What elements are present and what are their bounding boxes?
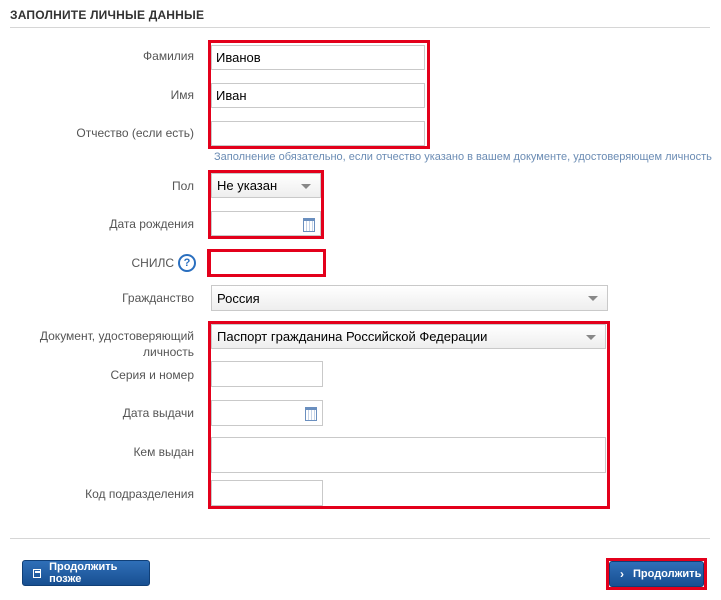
birth-date-input[interactable] [211,211,321,236]
series-number-input[interactable] [211,361,323,387]
citizenship-value: Россия [217,290,260,306]
patronymic-label: Отчество (если есть) [76,126,194,140]
calendar-icon[interactable] [305,407,317,421]
document-label-line1: Документ, удостоверяющий [39,329,194,343]
document-select[interactable]: Паспорт гражданина Российской Федерации [211,324,606,349]
citizenship-select[interactable]: Россия [211,285,608,311]
patronymic-input[interactable] [211,121,425,146]
name-input[interactable]: Иван [211,83,425,108]
footer-divider [10,538,710,539]
issue-date-input[interactable] [211,400,323,426]
chevron-down-icon [586,334,596,340]
surname-input[interactable]: Иванов [211,45,425,70]
surname-label: Фамилия [143,49,194,63]
issue-date-label: Дата выдачи [122,406,194,420]
division-code-input[interactable] [211,480,323,506]
surname-value: Иванов [216,50,261,65]
snils-label: СНИЛС [131,256,175,270]
chevron-down-icon [301,183,311,189]
continue-later-label: Продолжить позже [49,561,118,585]
form-title: ЗАПОЛНИТЕ ЛИЧНЫЕ ДАННЫЕ [10,8,205,22]
division-code-label: Код подразделения [85,487,194,501]
citizenship-label: Гражданство [122,291,194,305]
gender-value: Не указан [217,178,278,193]
save-icon [33,568,42,578]
snils-input[interactable] [210,251,324,275]
name-label: Имя [170,88,194,102]
continue-later-button[interactable]: Продолжить позже [22,560,150,586]
help-icon[interactable]: ? [178,254,196,272]
document-label-line2: личность [142,345,194,359]
issued-by-label: Кем выдан [133,445,194,459]
birth-date-label: Дата рождения [109,217,194,231]
patronymic-hint: Заполнение обязательно, если отчество ук… [214,151,712,163]
continue-button[interactable]: › Продолжить [609,561,704,587]
gender-select[interactable]: Не указан [211,173,321,198]
gender-label: Пол [171,179,194,193]
chevron-right-icon: › [620,567,624,581]
document-value: Паспорт гражданина Российской Федерации [217,329,488,344]
title-divider [10,27,710,28]
issued-by-input[interactable] [211,437,606,473]
calendar-icon[interactable] [303,217,315,232]
name-value: Иван [216,88,247,103]
series-number-label: Серия и номер [110,368,194,382]
chevron-down-icon [588,296,598,301]
continue-label: Продолжить [633,568,702,580]
